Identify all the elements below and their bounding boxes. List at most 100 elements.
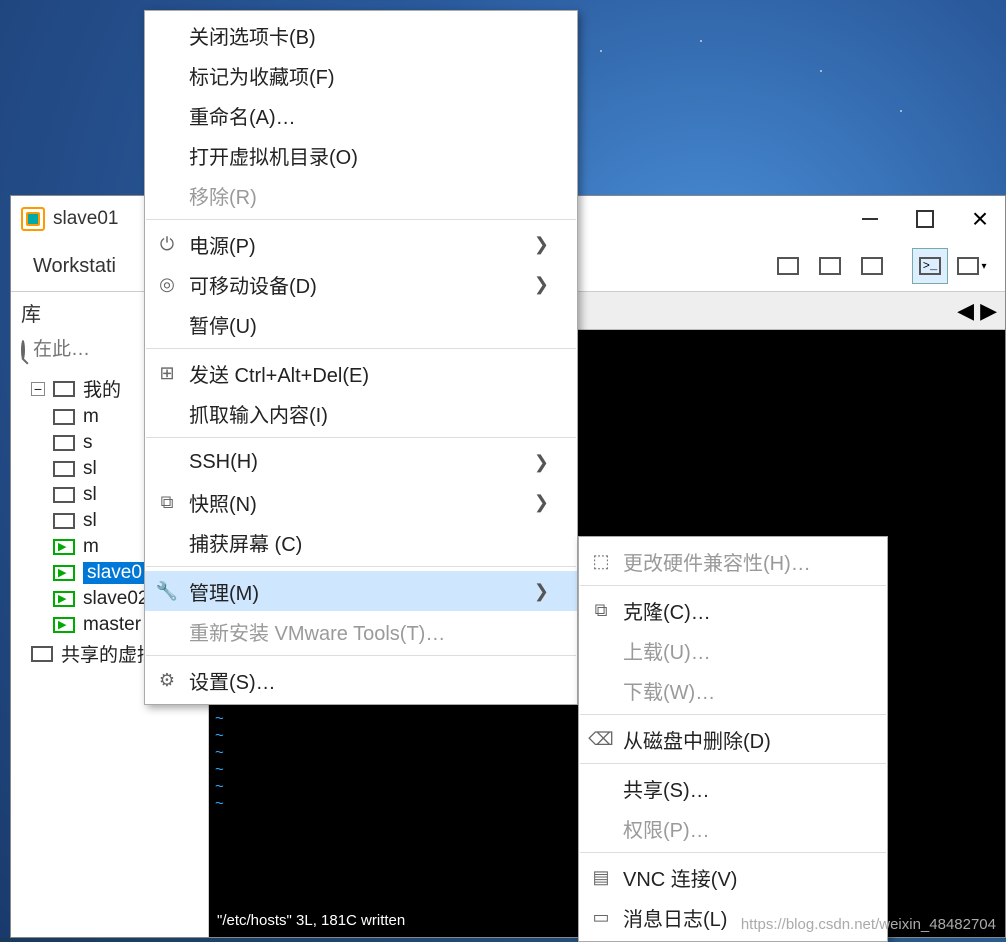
close-button[interactable] (965, 204, 995, 234)
chevron-right-icon: ❯ (504, 581, 549, 602)
app-icon (21, 207, 45, 231)
toolbar-btn-3[interactable] (854, 248, 890, 284)
vm-icon (53, 617, 75, 633)
menu-item-label: 发送 Ctrl+Alt+Del(E) (189, 359, 369, 388)
menu-item: 上载(U)… (579, 630, 887, 670)
vm-icon (53, 591, 75, 607)
menu-item-label: 移除(R) (189, 181, 257, 210)
menu-item-label: 捕获屏幕 (C) (189, 528, 302, 557)
tree-item-label: master (83, 614, 141, 636)
menu-item: ⬚ 更改硬件兼容性(H)… (579, 541, 887, 581)
menu-item-icon: ⊞ (155, 361, 179, 385)
menu-item[interactable]: 抓取输入内容(I) (145, 393, 577, 433)
menu-item-label: 克隆(C)… (623, 596, 711, 625)
menu-item-icon: ⧉ (589, 598, 613, 622)
vm-icon (53, 565, 75, 581)
menu-item[interactable]: ⧉ 克隆(C)… (579, 590, 887, 630)
tree-item-label: sl (83, 458, 97, 480)
menu-item[interactable]: ◎ 可移动设备(D) ❯ (145, 264, 577, 304)
menu-item-label: VNC 连接(V) (623, 863, 737, 892)
vm-icon (53, 539, 75, 555)
tree-item-label: sl (83, 510, 97, 532)
menu-item[interactable]: ⚙ 设置(S)… (145, 660, 577, 700)
vm-icon (53, 409, 75, 425)
menu-item: 移除(R) (145, 175, 577, 215)
terminal-status: "/etc/hosts" 3L, 181C written (217, 912, 405, 929)
menu-item-label: 打开虚拟机目录(O) (189, 141, 358, 170)
menu-item-label: 暂停(U) (189, 310, 257, 339)
tree-item-label: s (83, 432, 93, 454)
menu-item-label: 消息日志(L) (623, 903, 727, 932)
menu-item-icon: ▭ (589, 905, 613, 929)
toolbar-btn-1[interactable] (770, 248, 806, 284)
menu-item-label: 标记为收藏项(F) (189, 61, 335, 90)
tree-item-label: sl (83, 484, 97, 506)
menu-item: 重新安装 VMware Tools(T)… (145, 611, 577, 651)
menu-item-label: 管理(M) (189, 577, 259, 606)
menu-item-label: 设置(S)… (189, 666, 276, 695)
menu-item[interactable]: 打开虚拟机目录(O) (145, 135, 577, 175)
menu-item-icon: ◎ (155, 272, 179, 296)
tab-next[interactable]: ▶ (980, 298, 997, 324)
vm-icon (53, 487, 75, 503)
menu-item-label: 可移动设备(D) (189, 270, 317, 299)
watermark: https://blog.csdn.net/weixin_48482704 (741, 916, 996, 933)
menu-item[interactable]: ⧉ 快照(N) ❯ (145, 482, 577, 522)
menu-item-icon: ⧉ (155, 490, 179, 514)
menu-item-label: 重命名(A)… (189, 101, 296, 130)
menu-item[interactable]: ⊞ 发送 Ctrl+Alt+Del(E) (145, 353, 577, 393)
menu-item-label: SSH(H) (189, 451, 258, 474)
context-menu-main: 关闭选项卡(B) 标记为收藏项(F) 重命名(A)… 打开虚拟机目录(O) 移除(R) ⏻… (144, 10, 578, 705)
menu-item-label: 共享(S)… (623, 774, 710, 803)
menu-item[interactable]: 重命名(A)… (145, 95, 577, 135)
search-icon (21, 340, 25, 360)
vm-icon (53, 461, 75, 477)
menu-item-label: 重新安装 VMware Tools(T)… (189, 617, 445, 646)
menu-item-icon: ⏻ (155, 232, 179, 256)
menu-item-icon: 🔧 (155, 579, 179, 603)
menu-item-icon: ⬚ (589, 549, 613, 573)
menu-item-icon: ⚙ (155, 668, 179, 692)
menu-item-label: 更改硬件兼容性(H)… (623, 547, 811, 576)
tree-item-label: slave02 (83, 588, 149, 610)
menu-item[interactable]: 共享(S)… (579, 768, 887, 808)
toolbar-btn-2[interactable] (812, 248, 848, 284)
menu-item-label: 下载(W)… (623, 676, 715, 705)
menu-item[interactable]: 捕获屏幕 (C) (145, 522, 577, 562)
menu-item[interactable]: ⌫ 从磁盘中删除(D) (579, 719, 887, 759)
menu-item[interactable]: 暂停(U) (145, 304, 577, 344)
menu-item[interactable]: 关闭选项卡(B) (145, 15, 577, 55)
context-menu-submenu: ⬚ 更改硬件兼容性(H)… ⧉ 克隆(C)… 上载(U)… 下载(W)… ⌫ 从磁盘中删除(D… (578, 536, 888, 942)
menu-item: 权限(P)… (579, 808, 887, 848)
menu-item-icon: ▤ (589, 865, 613, 889)
menu-item[interactable]: 🔧 管理(M) ❯ (145, 571, 577, 611)
chevron-right-icon: ❯ (504, 452, 549, 473)
menubar-label[interactable]: Workstati (33, 255, 116, 278)
chevron-right-icon: ❯ (504, 234, 549, 255)
menu-item-label: 上载(U)… (623, 636, 711, 665)
tab-prev[interactable]: ◀ (957, 298, 974, 324)
toolbar-terminal-button[interactable]: >_ (912, 248, 948, 284)
chevron-right-icon: ❯ (504, 492, 549, 513)
menu-item-label: 关闭选项卡(B) (189, 21, 316, 50)
vm-icon (53, 513, 75, 529)
menu-item-label: 电源(P) (189, 230, 256, 259)
toolbar-fullscreen-button[interactable]: ▾ (954, 248, 990, 284)
tree-item-label: m (83, 406, 99, 428)
menu-item[interactable]: ⏻ 电源(P) ❯ (145, 224, 577, 264)
menu-item[interactable]: 标记为收藏项(F) (145, 55, 577, 95)
vm-icon (53, 435, 75, 451)
maximize-button[interactable] (910, 204, 940, 234)
menu-item-label: 抓取输入内容(I) (189, 399, 328, 428)
chevron-right-icon: ❯ (504, 274, 549, 295)
tree-item-label: m (83, 536, 99, 558)
menu-item-label: 从磁盘中删除(D) (623, 725, 771, 754)
menu-item[interactable]: ▤ VNC 连接(V) (579, 857, 887, 897)
menu-item-label: 快照(N) (189, 488, 257, 517)
menu-item[interactable]: SSH(H) ❯ (145, 442, 577, 482)
menu-item-icon: ⌫ (589, 727, 613, 751)
menu-item: 下载(W)… (579, 670, 887, 710)
minimize-button[interactable] (855, 204, 885, 234)
tree-item-label: slave0 (83, 562, 146, 584)
menu-item-label: 权限(P)… (623, 814, 710, 843)
